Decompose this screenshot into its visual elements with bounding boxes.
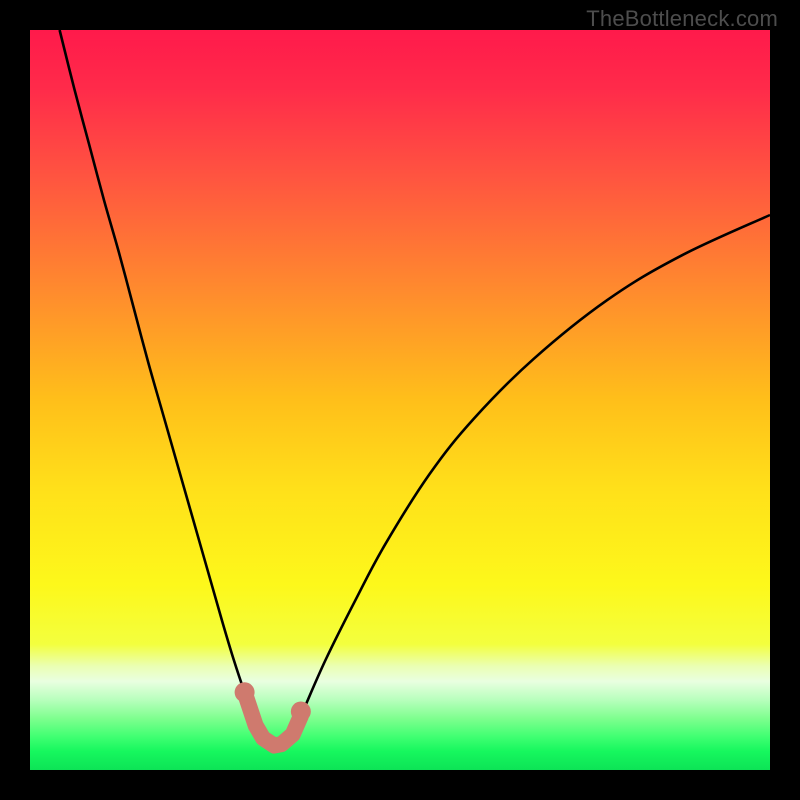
highlight-segment	[245, 692, 301, 745]
curve-layer	[30, 30, 770, 770]
bottleneck-curve	[60, 30, 770, 747]
watermark-text: TheBottleneck.com	[586, 6, 778, 32]
chart-stage: TheBottleneck.com	[0, 0, 800, 800]
highlight-dot	[235, 682, 255, 702]
highlight-dot	[291, 702, 311, 722]
plot-area	[30, 30, 770, 770]
